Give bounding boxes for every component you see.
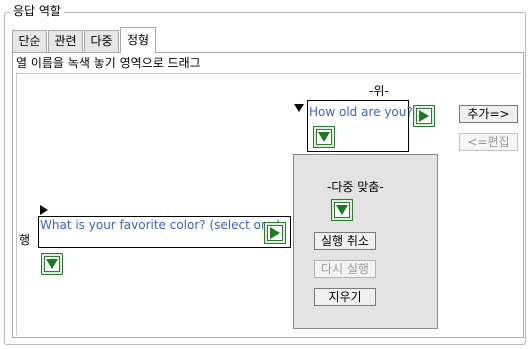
green-right-arrow-icon [267, 225, 283, 241]
green-down-arrow-icon [44, 256, 60, 272]
side-expand-right-button[interactable] [264, 222, 286, 244]
expand-triangle-icon[interactable] [40, 205, 48, 215]
side-drop-cell[interactable]: What is your favorite color? (select one… [38, 216, 291, 248]
drop-area [16, 73, 521, 335]
top-column-name: How old are you? [309, 105, 413, 119]
center-area-label: -다중 맞춤- [327, 180, 384, 194]
center-drop-button[interactable] [331, 199, 353, 221]
clear-button[interactable]: 지우기 [314, 288, 376, 306]
side-column-name: What is your favorite color? (select one… [40, 218, 281, 232]
instructions-text: 열 이름을 녹색 놓기 영역으로 드래그 [16, 56, 201, 70]
groupbox-title: 응답 역할 [10, 3, 64, 19]
green-down-arrow-icon [334, 202, 350, 218]
tab-related[interactable]: 관련 [48, 30, 83, 52]
undo-button[interactable]: 실행 취소 [314, 232, 376, 250]
tab-structured[interactable]: 정형 [120, 27, 156, 53]
top-area-label: -위- [369, 84, 389, 98]
tab-simple[interactable]: 단순 [12, 30, 47, 52]
edit-button[interactable]: <=편집 [459, 133, 518, 151]
collapse-triangle-icon[interactable] [294, 104, 304, 112]
side-area-label: 행 [19, 233, 31, 247]
side-expand-down-button[interactable] [41, 253, 63, 275]
add-button[interactable]: 추가=> [459, 105, 518, 123]
tab-multiple[interactable]: 다중 [84, 30, 119, 52]
green-right-arrow-icon [416, 108, 432, 124]
green-down-arrow-icon [316, 129, 332, 145]
redo-button[interactable]: 다시 실행 [314, 260, 376, 278]
top-expand-right-button[interactable] [413, 105, 435, 127]
top-expand-down-button[interactable] [313, 126, 335, 148]
